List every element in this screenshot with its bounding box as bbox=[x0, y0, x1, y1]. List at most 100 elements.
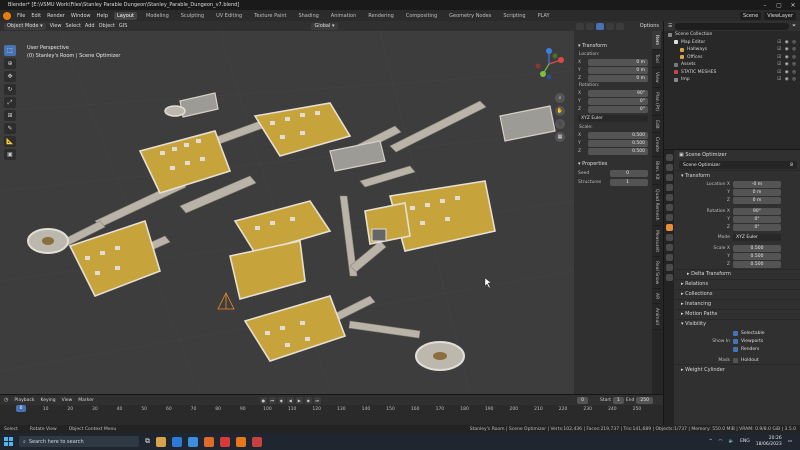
taskbar-app-icon[interactable] bbox=[188, 436, 198, 447]
visibility-toggles[interactable]: ☑ ◉ ◎ bbox=[777, 77, 800, 82]
next-key-icon[interactable]: ◆ bbox=[304, 396, 312, 404]
npanel-tab-animall[interactable]: Animall bbox=[652, 304, 661, 331]
taskbar-app-icon[interactable] bbox=[220, 436, 230, 447]
workspace-tab-geometry-nodes[interactable]: Geometry Nodes bbox=[446, 12, 494, 20]
npanel-tab-plan[interactable]: Plan (Pt) bbox=[652, 88, 661, 116]
current-frame-field[interactable]: 0 bbox=[577, 396, 588, 404]
rotation-mode-select[interactable]: XYZ Euler bbox=[733, 234, 781, 242]
scale-icon[interactable]: ⤢ bbox=[4, 97, 16, 108]
orientation-dropdown[interactable]: Global ▾ bbox=[311, 22, 338, 30]
prop-scale-y[interactable]: 0.500 bbox=[733, 253, 781, 261]
taskbar-app-icon[interactable] bbox=[156, 436, 166, 447]
prop-scale-z[interactable]: 0.500 bbox=[733, 261, 781, 269]
scale-x-field[interactable]: 0.500 bbox=[588, 131, 648, 139]
blender-logo-icon[interactable] bbox=[3, 11, 11, 20]
outliner-item[interactable]: Scene Collection bbox=[664, 31, 800, 39]
rotation-mode-dropdown[interactable]: XYZ Euler bbox=[578, 115, 648, 122]
instancing-section[interactable]: ▸ Instancing bbox=[675, 298, 800, 309]
npanel-tab-measureit[interactable]: Measurelt bbox=[652, 226, 661, 257]
jump-end-icon[interactable]: ⏭ bbox=[313, 396, 321, 404]
taskbar-app-icon[interactable] bbox=[204, 436, 214, 447]
solid-shading-icon[interactable] bbox=[595, 22, 604, 30]
transform-icon[interactable]: ⊞ bbox=[4, 110, 16, 121]
weight-cylinder-section[interactable]: ▸ Weight Cylinder bbox=[675, 364, 800, 374]
add-cube-icon[interactable]: ▣ bbox=[4, 149, 16, 160]
taskbar-search[interactable]: ⌕ Search here to search bbox=[19, 436, 139, 447]
scene-selector[interactable]: Scene bbox=[739, 11, 762, 20]
visibility-toggles[interactable]: ☑ ◉ ◎ bbox=[777, 55, 800, 60]
prop-location-y[interactable]: 0 m bbox=[733, 188, 781, 196]
menu-help[interactable]: Help bbox=[97, 13, 108, 19]
visibility-toggles[interactable]: ☑ ◉ ◎ bbox=[777, 62, 800, 67]
start-frame-field[interactable]: 1 bbox=[612, 396, 624, 404]
selectable-checkbox[interactable] bbox=[733, 330, 738, 336]
menu-file[interactable]: File bbox=[17, 13, 25, 19]
annotate-icon[interactable]: ✎ bbox=[4, 123, 16, 134]
rotation-x-field[interactable]: 90° bbox=[588, 89, 648, 97]
tray-chevron-icon[interactable]: ^ bbox=[709, 439, 713, 444]
grid-view-icon[interactable]: ▦ bbox=[555, 132, 565, 142]
outliner-item[interactable]: Offices ☑ ◉ ◎ bbox=[664, 54, 800, 62]
scale-z-field[interactable]: 0.500 bbox=[588, 147, 648, 155]
play-reverse-icon[interactable]: ◀ bbox=[286, 396, 294, 404]
npanel-tab-item[interactable]: Item bbox=[652, 31, 661, 51]
viewport-menu-gis[interactable]: GIS bbox=[119, 23, 128, 29]
outliner-item[interactable]: Assets ☑ ◉ ◎ bbox=[664, 61, 800, 69]
visibility-toggles[interactable]: ☑ ◉ ◎ bbox=[777, 70, 800, 75]
jump-start-icon[interactable]: ⏮ bbox=[268, 396, 276, 404]
constraints-tab-icon[interactable] bbox=[665, 264, 673, 271]
npanel-tab-ar[interactable]: AR bbox=[652, 289, 661, 305]
scale-y-field[interactable]: 0.500 bbox=[588, 139, 648, 147]
renders-checkbox[interactable] bbox=[733, 347, 738, 353]
prev-key-icon[interactable]: ◆ bbox=[277, 396, 285, 404]
zoom-icon[interactable]: ⌕ bbox=[555, 93, 565, 103]
select-box-icon[interactable]: ⬚ bbox=[4, 45, 16, 56]
workspace-tab-texture-paint[interactable]: Texture Paint bbox=[251, 12, 289, 20]
workspace-tab-layout[interactable]: Layout bbox=[114, 11, 137, 20]
play-icon[interactable]: ▶ bbox=[295, 396, 303, 404]
outliner-search-input[interactable] bbox=[675, 22, 789, 30]
notifications-icon[interactable]: ▭ bbox=[788, 439, 792, 444]
view-layer-tab-icon[interactable] bbox=[665, 184, 673, 191]
transform-section[interactable]: ▾ Transform bbox=[675, 170, 800, 180]
visibility-toggles[interactable]: ☑ ◉ ◎ bbox=[777, 40, 800, 45]
xray-icon[interactable] bbox=[585, 22, 594, 30]
timeline-menu-marker[interactable]: Marker bbox=[78, 398, 94, 403]
relations-section[interactable]: ▸ Relations bbox=[675, 278, 800, 289]
cursor-icon[interactable]: ⊕ bbox=[4, 58, 16, 69]
mode-dropdown[interactable]: Object Mode ▾ bbox=[4, 22, 46, 30]
prop-rotation-y[interactable]: 0° bbox=[733, 215, 781, 223]
viewport-menu-select[interactable]: Select bbox=[65, 23, 80, 29]
npanel-tab-real-snow[interactable]: Real Snow bbox=[652, 257, 661, 290]
outliner-item[interactable]: Map Editor ☑ ◉ ◎ bbox=[664, 39, 800, 47]
menu-edit[interactable]: Edit bbox=[31, 13, 41, 19]
material-shading-icon[interactable] bbox=[605, 22, 614, 30]
world-tab-icon[interactable] bbox=[665, 204, 673, 211]
prop-rotation-x[interactable]: 90° bbox=[733, 207, 781, 215]
view-layer-selector[interactable]: ViewLayer bbox=[764, 11, 796, 20]
task-view-icon[interactable]: ⧉ bbox=[145, 437, 150, 446]
end-frame-field[interactable]: 250 bbox=[636, 396, 653, 404]
filter-icon[interactable]: ⏷ bbox=[792, 23, 796, 29]
menu-render[interactable]: Render bbox=[47, 13, 65, 19]
pan-hand-icon[interactable]: ✋ bbox=[555, 106, 565, 116]
npanel-tab-blenkit[interactable]: Blen. Kit bbox=[652, 157, 661, 186]
delta-transform-section[interactable]: ▸ Delta Transform bbox=[675, 268, 800, 279]
data-tab-icon[interactable] bbox=[665, 274, 673, 281]
workspace-tab-uv-editing[interactable]: UV Editing bbox=[213, 12, 245, 20]
timeline-menu-playback[interactable]: Playback bbox=[14, 398, 34, 403]
particles-tab-icon[interactable] bbox=[665, 244, 673, 251]
camera-view-icon[interactable]: 🎥 bbox=[555, 119, 565, 129]
npanel-properties-header[interactable]: ▾ Properties bbox=[574, 159, 652, 169]
close-icon[interactable]: ✕ bbox=[786, 2, 800, 9]
collections-section[interactable]: ▸ Collections bbox=[675, 288, 800, 299]
minimize-icon[interactable]: – bbox=[758, 2, 772, 9]
language-indicator[interactable]: ENG bbox=[740, 439, 750, 444]
volume-icon[interactable]: 🔈 bbox=[728, 439, 734, 444]
structures-field[interactable]: 1 bbox=[610, 178, 648, 186]
maximize-icon[interactable]: ▢ bbox=[772, 2, 786, 9]
prop-rotation-z[interactable]: 0° bbox=[733, 224, 781, 232]
playhead[interactable]: 0 bbox=[16, 405, 26, 412]
tool-tab-icon[interactable] bbox=[665, 154, 673, 161]
rotation-y-field[interactable]: 0° bbox=[588, 97, 648, 105]
